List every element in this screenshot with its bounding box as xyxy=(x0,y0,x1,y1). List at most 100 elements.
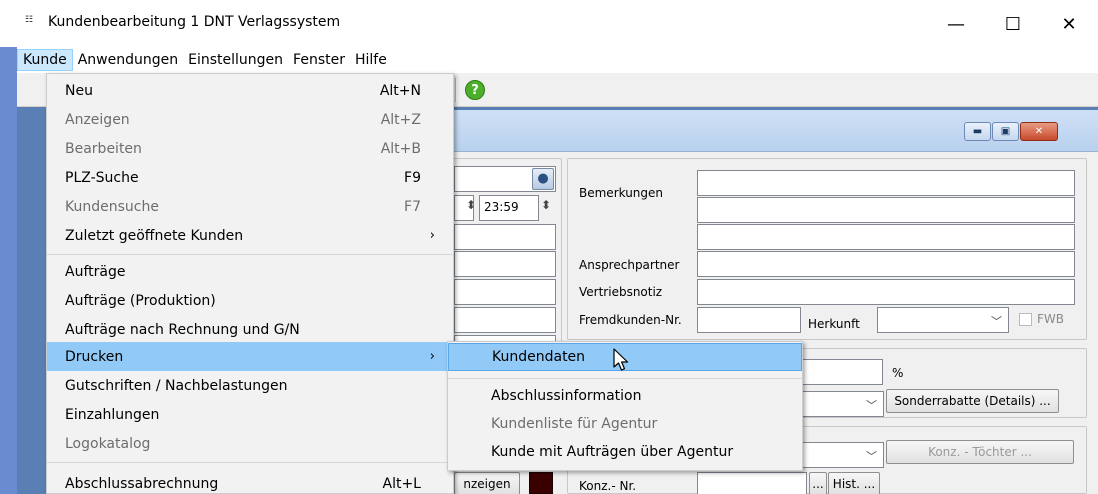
menu-item-label: Aufträge nach Rechnung und G/N xyxy=(65,321,300,338)
menu-item-auftraege-produktion[interactable]: Aufträge (Produktion) xyxy=(47,286,453,315)
menu-item-shortcut: Alt+L xyxy=(382,475,422,492)
help-icon[interactable]: ? xyxy=(465,80,485,100)
menu-item-label: Kundenliste für Agentur xyxy=(491,416,658,432)
fwb-label: FWB xyxy=(1037,312,1064,326)
menu-item-shortcut: Alt+B xyxy=(380,140,421,157)
time-field[interactable]: 23:59 xyxy=(479,195,539,221)
lookup-button-label: ... xyxy=(812,477,824,491)
menu-item-kundensuche[interactable]: Kundensuche F7 xyxy=(47,192,453,221)
menu-item-label: Aufträge xyxy=(65,263,126,280)
bemerkungen-field-3[interactable] xyxy=(697,224,1075,250)
menu-hilfe[interactable]: Hilfe xyxy=(350,49,392,71)
menu-item-auftraege[interactable]: Aufträge xyxy=(47,257,453,286)
menu-item-bearbeiten[interactable]: Bearbeiten Alt+B xyxy=(47,134,453,163)
menu-item-label: Kundendaten xyxy=(492,349,586,365)
konz-nr-field[interactable] xyxy=(697,472,807,494)
menu-item-zuletzt-geoeffnete-kunden[interactable]: Zuletzt geöffnete Kunden › xyxy=(47,221,453,250)
vertriebsnotiz-field[interactable] xyxy=(697,279,1075,305)
date-spin-icon[interactable]: ⬍ xyxy=(466,198,476,212)
window-title: Kundenbearbeitung 1 DNT Verlagssystem xyxy=(48,14,341,30)
minimize-button[interactable]: — xyxy=(933,8,979,40)
left-accent-strip xyxy=(0,47,17,494)
close-button[interactable]: ✕ xyxy=(1046,8,1092,40)
submenu-item-kundenliste-agentur[interactable]: Kundenliste für Agentur xyxy=(448,410,802,438)
address-field-1[interactable] xyxy=(454,224,556,250)
chevron-down-icon: ﹀ xyxy=(991,315,1002,328)
menu-item-label: Logokatalog xyxy=(65,435,151,452)
bemerkungen-label: Bemerkungen xyxy=(579,186,664,200)
fremdkunden-label: Fremdkunden-Nr. xyxy=(579,313,682,327)
herkunft-select[interactable]: ﹀ xyxy=(877,307,1009,333)
menu-item-label: Einzahlungen xyxy=(65,406,160,423)
menu-item-anzeigen[interactable]: Anzeigen Alt+Z xyxy=(47,105,453,134)
bemerkungen-field-1[interactable] xyxy=(697,170,1075,196)
maximize-button[interactable]: ☐ xyxy=(990,8,1036,40)
menu-kunde[interactable]: Kunde xyxy=(17,49,73,71)
hist-button-label: Hist. ... xyxy=(832,477,876,491)
percent-sign: % xyxy=(892,366,904,380)
fremdkunden-field[interactable] xyxy=(697,307,801,333)
menu-item-auftraege-nach-rechnung[interactable]: Aufträge nach Rechnung und G/N xyxy=(47,315,453,344)
inner-maximize-button[interactable]: ▣ xyxy=(992,122,1019,141)
menu-item-label: Zuletzt geöffnete Kunden xyxy=(65,227,244,244)
submenu-item-kunde-auftraege-agentur[interactable]: Kunde mit Aufträgen über Agentur xyxy=(448,438,802,466)
menu-bar: Kunde Anwendungen Einstellungen Fenster … xyxy=(17,47,1098,73)
menu-einstellungen[interactable]: Einstellungen xyxy=(183,49,288,71)
menu-item-drucken[interactable]: Drucken › xyxy=(47,342,453,371)
title-bar: ☷ Kundenbearbeitung 1 DNT Verlagssystem … xyxy=(0,0,1098,46)
toolbar-separator xyxy=(455,78,457,102)
anzeigen-button-label: nzeigen xyxy=(463,477,511,491)
menu-item-abschlussabrechnung[interactable]: Abschlussabrechnung Alt+L xyxy=(47,469,453,494)
mouse-cursor-icon xyxy=(613,348,629,371)
ansprechpartner-field[interactable] xyxy=(697,251,1075,277)
konz-nr-label: Konz.- Nr. xyxy=(579,479,637,493)
address-field-2[interactable] xyxy=(454,251,556,277)
kunde-dropdown-menu: Neu Alt+N Anzeigen Alt+Z Bearbeiten Alt+… xyxy=(46,73,454,494)
menu-item-label: Kunde mit Aufträgen über Agentur xyxy=(491,444,734,460)
konz-nr-lookup-button[interactable]: ... xyxy=(809,472,827,494)
chevron-right-icon: › xyxy=(429,349,435,364)
menu-item-plz-suche[interactable]: PLZ-Suche F9 xyxy=(47,163,453,192)
menu-item-label: Kundensuche xyxy=(65,198,159,215)
menu-item-label: Abschlussinformation xyxy=(491,388,642,404)
menu-item-shortcut: F7 xyxy=(404,198,421,215)
menu-item-logokatalog[interactable]: Logokatalog xyxy=(47,429,453,458)
inner-title-bar: ▬ ▣ ✕ xyxy=(446,110,1098,152)
inner-minimize-button[interactable]: ▬ xyxy=(964,122,991,141)
anzeigen-button[interactable]: nzeigen xyxy=(454,472,520,494)
contact-person-icon[interactable]: ● xyxy=(532,168,554,190)
menu-separator xyxy=(47,254,453,255)
hist-button[interactable]: Hist. ... xyxy=(828,472,880,494)
time-spin-icon[interactable]: ⬍ xyxy=(541,198,551,212)
menu-item-shortcut: Alt+N xyxy=(379,82,421,99)
chevron-down-icon: ﹀ xyxy=(866,450,877,463)
ansprechpartner-label: Ansprechpartner xyxy=(579,258,680,272)
menu-separator xyxy=(448,378,802,379)
menu-item-shortcut: F9 xyxy=(404,169,421,186)
time-value: 23:59 xyxy=(484,200,519,214)
bemerkungen-field-2[interactable] xyxy=(697,197,1075,223)
konz-toechter-button[interactable]: Konz. - Töchter ... xyxy=(886,440,1074,464)
konz-toechter-button-label: Konz. - Töchter ... xyxy=(928,445,1032,459)
menu-item-gutschriften[interactable]: Gutschriften / Nachbelastungen xyxy=(47,371,453,400)
address-field-4[interactable] xyxy=(454,307,556,333)
app-icon: ☷ xyxy=(25,15,33,25)
sonderrabatte-button[interactable]: Sonderrabatte (Details) ... xyxy=(886,389,1059,413)
chevron-right-icon: › xyxy=(429,228,435,243)
menu-item-label: Abschlussabrechnung xyxy=(65,475,219,492)
vertriebsnotiz-label: Vertriebsnotiz xyxy=(579,285,663,299)
chevron-down-icon: ﹀ xyxy=(866,399,877,412)
submenu-item-abschlussinformation[interactable]: Abschlussinformation xyxy=(448,382,802,410)
menu-fenster[interactable]: Fenster xyxy=(288,49,350,71)
menu-item-label: Bearbeiten xyxy=(65,140,142,157)
address-field-3[interactable] xyxy=(454,279,556,305)
sonderrabatte-button-label: Sonderrabatte (Details) ... xyxy=(894,394,1051,408)
menu-anwendungen[interactable]: Anwendungen xyxy=(73,49,183,71)
menu-item-label: Aufträge (Produktion) xyxy=(65,292,216,309)
inner-close-button[interactable]: ✕ xyxy=(1020,122,1058,141)
fwb-checkbox[interactable] xyxy=(1019,313,1032,326)
menu-item-neu[interactable]: Neu Alt+N xyxy=(47,76,453,105)
menu-item-label: Neu xyxy=(65,82,93,99)
menu-item-shortcut: Alt+Z xyxy=(380,111,421,128)
menu-item-einzahlungen[interactable]: Einzahlungen xyxy=(47,400,453,429)
